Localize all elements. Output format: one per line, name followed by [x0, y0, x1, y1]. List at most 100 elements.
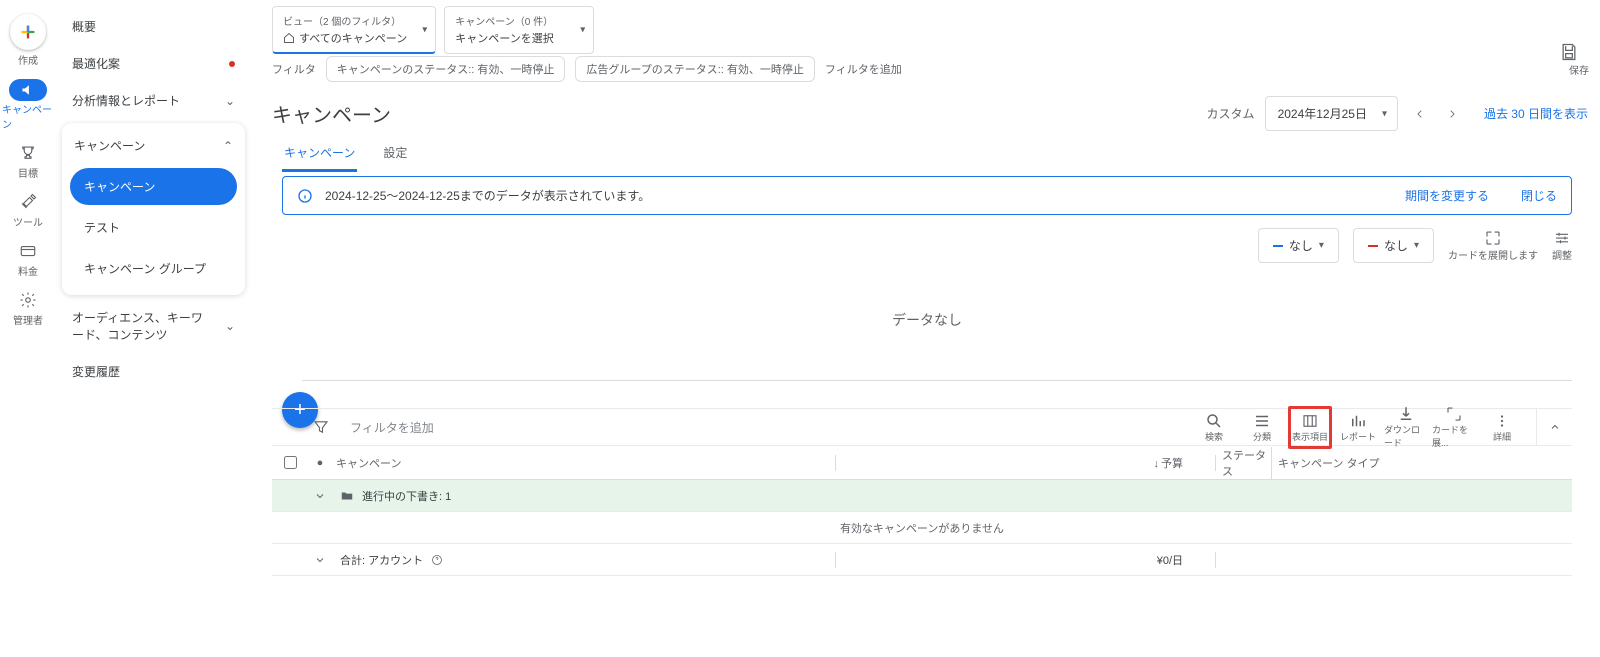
total-row: 合計: アカウント ¥0/日	[272, 544, 1572, 576]
date-picker[interactable]: 2024年12月25日 ▾	[1265, 96, 1398, 131]
tab-settings[interactable]: 設定	[381, 136, 409, 172]
filter-icon[interactable]	[312, 418, 330, 436]
scope-selectors: ビュー（2 個のフィルタ） すべてのキャンペーン ▾ キャンペーン（0 件） キ…	[272, 6, 594, 54]
compare-link[interactable]: 過去 30 日間を表示	[1484, 105, 1588, 122]
card-icon	[18, 241, 38, 261]
view-selector[interactable]: ビュー（2 個のフィルタ） すべてのキャンペーン ▾	[272, 6, 436, 54]
search-button[interactable]: 検索	[1192, 409, 1236, 446]
draft-row[interactable]: 進行中の下書き: 1	[272, 480, 1572, 512]
chevron-up-icon	[1549, 421, 1561, 433]
test-sublink[interactable]: テスト	[70, 209, 237, 246]
chart-icon	[1349, 412, 1367, 430]
total-budget: ¥0/日	[836, 552, 1216, 568]
chevron-down-icon: ⌄	[225, 319, 235, 333]
campaign-group-sublink[interactable]: キャンペーン グループ	[70, 250, 237, 287]
expand-icon	[1445, 405, 1463, 423]
trophy-icon	[18, 143, 38, 163]
columns-button[interactable]: 表示項目	[1288, 406, 1332, 449]
page-title: キャンペーン	[272, 99, 391, 128]
download-button[interactable]: ダウンロード	[1384, 402, 1428, 452]
date-next[interactable]	[1436, 98, 1468, 130]
info-icon	[297, 188, 313, 204]
analysis-link[interactable]: 分析情報とレポート⌄	[56, 82, 251, 119]
adjust-button[interactable]: 調整	[1552, 229, 1572, 262]
list-icon	[1253, 412, 1271, 430]
chart-separator	[302, 380, 1572, 381]
add-filter-link[interactable]: フィルタを追加	[825, 61, 902, 77]
filter-strip: フィルタ キャンペーンのステータス:: 有効、一時停止 広告グループのステータス…	[272, 56, 902, 82]
change-period-link[interactable]: 期間を変更する	[1405, 187, 1489, 204]
red-swatch	[1368, 245, 1378, 247]
expand-cards-button[interactable]: カードを展開します	[1448, 229, 1538, 262]
caret-down-icon: ▾	[1414, 240, 1419, 251]
wrench-icon	[18, 192, 38, 212]
gear-icon	[18, 290, 38, 310]
nav-rail: 作成 キャンペーン 目標 ツール 料金 管理者	[0, 0, 56, 657]
close-banner-link[interactable]: 閉じる	[1521, 187, 1557, 204]
add-filter-input[interactable]: フィルタを追加	[350, 419, 1192, 436]
filter-chip-campaign-status[interactable]: キャンペーンのステータス:: 有効、一時停止	[326, 56, 566, 82]
page-heading-row: キャンペーン カスタム 2024年12月25日 ▾ 過去 30 日間を表示	[272, 96, 1588, 131]
history-link[interactable]: 変更履歴	[56, 353, 251, 390]
campaign-nav[interactable]: キャンペーン	[2, 73, 54, 137]
sub-tabs: キャンペーン 設定	[282, 136, 409, 173]
col-type[interactable]: キャンペーン タイプ	[1272, 455, 1572, 471]
col-budget[interactable]: ↓予算	[836, 455, 1216, 471]
campaign-card: キャンペーン⌃ キャンペーン テスト キャンペーン グループ	[62, 123, 245, 295]
blue-swatch	[1273, 245, 1283, 247]
table-toolbar: フィルタを追加 検索 分類 表示項目 レポート ダウンロード カードを展... …	[272, 408, 1572, 446]
campaign-card-header[interactable]: キャンペーン⌃	[62, 127, 245, 164]
campaign-sublink[interactable]: キャンペーン	[70, 168, 237, 205]
campaign-table: ● キャンペーン ↓予算 ステータス キャンペーン タイプ 進行中の下書き: 1…	[272, 446, 1572, 576]
more-button[interactable]: 詳細	[1480, 409, 1524, 446]
campaign-selector[interactable]: キャンペーン（0 件） キャンペーンを選択 ▾	[444, 6, 594, 54]
status-dot-header: ●	[308, 457, 332, 469]
home-icon	[283, 32, 295, 44]
save-button[interactable]: 保存	[1559, 42, 1599, 77]
help-icon[interactable]	[431, 554, 443, 566]
sort-desc-icon: ↓	[1154, 458, 1160, 470]
fee-nav[interactable]: 料金	[2, 235, 54, 284]
series1-selector[interactable]: なし▾	[1258, 228, 1339, 263]
info-banner: 2024-12-25～2024-12-25までのデータが表示されています。 期間…	[282, 176, 1572, 215]
download-icon	[1397, 405, 1415, 423]
search-icon	[1205, 412, 1223, 430]
col-status[interactable]: ステータス	[1216, 447, 1272, 479]
side-nav: 概要 最適化案 分析情報とレポート⌄ キャンペーン⌃ キャンペーン テスト キャ…	[56, 0, 251, 657]
segment-button[interactable]: 分類	[1240, 409, 1284, 446]
megaphone-icon	[9, 79, 47, 101]
filter-chip-adgroup-status[interactable]: 広告グループのステータス:: 有効、一時停止	[575, 56, 815, 82]
sliders-icon	[1553, 229, 1571, 247]
collapse-toolbar[interactable]	[1536, 409, 1572, 445]
tool-nav[interactable]: ツール	[2, 186, 54, 235]
table-header: ● キャンペーン ↓予算 ステータス キャンペーン タイプ	[272, 446, 1572, 480]
col-campaign[interactable]: キャンペーン	[332, 455, 836, 471]
optimization-link[interactable]: 最適化案	[56, 45, 251, 82]
filter-label: フィルタ	[272, 61, 316, 77]
chart-controls: なし▾ なし▾ カードを展開します 調整	[1258, 228, 1572, 263]
chevron-down-icon[interactable]	[314, 554, 326, 566]
date-prev[interactable]	[1404, 98, 1436, 130]
caret-down-icon: ▾	[580, 25, 585, 36]
chevron-up-icon: ⌃	[223, 139, 233, 153]
daterange-label: カスタム	[1207, 105, 1255, 122]
banner-text: 2024-12-25～2024-12-25までのデータが表示されています。	[325, 187, 650, 204]
expand-card-button[interactable]: カードを展...	[1432, 402, 1476, 452]
admin-nav[interactable]: 管理者	[2, 284, 54, 333]
caret-down-icon: ▾	[422, 24, 427, 35]
create-button[interactable]: 作成	[2, 8, 54, 73]
report-button[interactable]: レポート	[1336, 409, 1380, 446]
goal-nav[interactable]: 目標	[2, 137, 54, 186]
series2-selector[interactable]: なし▾	[1353, 228, 1434, 263]
columns-icon	[1301, 412, 1319, 430]
main-content: ビュー（2 個のフィルタ） すべてのキャンペーン ▾ キャンペーン（0 件） キ…	[262, 0, 1600, 657]
tab-campaign[interactable]: キャンペーン	[282, 136, 357, 172]
overview-link[interactable]: 概要	[56, 8, 251, 45]
select-all-checkbox[interactable]	[284, 456, 297, 469]
audience-link[interactable]: オーディエンス、キーワード、コンテンツ⌄	[56, 299, 251, 353]
notification-dot	[229, 61, 235, 67]
plus-icon	[10, 14, 46, 50]
more-vert-icon	[1493, 412, 1511, 430]
chevron-down-icon: ⌄	[225, 94, 235, 108]
empty-row: 有効なキャンペーンがありません	[272, 512, 1572, 544]
